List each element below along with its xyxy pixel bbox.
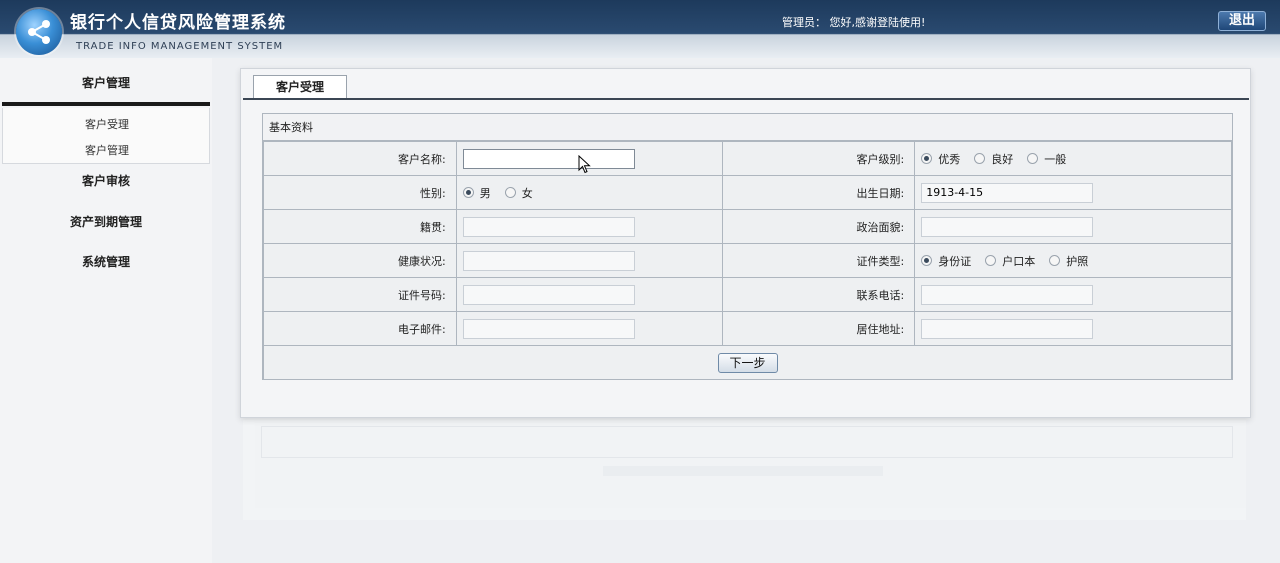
sidebar-item-asset-maturity[interactable]: 资产到期管理 (0, 213, 212, 230)
ghost-line (603, 466, 883, 476)
level-good-radio[interactable] (974, 153, 986, 164)
sidebar-item-system-management[interactable]: 系统管理 (0, 253, 212, 270)
gender-female-radio[interactable] (504, 187, 516, 198)
native-place-label: 籍贯: (263, 209, 457, 244)
level-normal-radio[interactable] (1027, 153, 1039, 164)
passport-label: 护照 (1066, 254, 1089, 268)
main-panel: 客户受理 基本资料 客户名称: 客户级别: 优秀 良好 一般 性别: 男 女 出… (240, 68, 1251, 418)
household-register-radio[interactable] (985, 255, 997, 266)
customer-level-label: 客户级别: (721, 141, 916, 176)
passport-radio[interactable] (1049, 255, 1061, 266)
sidebar-item-customer-review[interactable]: 客户审核 (0, 172, 212, 189)
form-row: 下一步 (263, 345, 1232, 380)
section-title: 基本资料 (263, 114, 1232, 141)
form-row: 证件号码: 联系电话: (263, 277, 1232, 312)
app-logo (16, 9, 62, 55)
tab-underline (243, 98, 1249, 100)
gender-female-label: 女 (521, 186, 533, 200)
level-excellent-radio[interactable] (921, 153, 933, 164)
customer-name-label: 客户名称: (263, 141, 457, 176)
level-excellent-label: 优秀 (938, 152, 961, 166)
submenu-item-customer-acceptance[interactable]: 客户受理 (3, 116, 211, 132)
share-icon (28, 20, 50, 44)
gender-male-label: 男 (479, 186, 491, 200)
form-row: 性别: 男 女 出生日期: (263, 175, 1232, 210)
ghost-row (261, 426, 1233, 458)
submenu: 客户受理 客户管理 (2, 108, 210, 164)
id-type-label: 证件类型: (721, 243, 916, 278)
id-card-radio[interactable] (921, 255, 933, 266)
gender-male-radio[interactable] (462, 187, 474, 198)
form-row: 健康状况: 证件类型: 身份证 户口本 护照 (263, 243, 1232, 278)
id-type-radio-group: 身份证 户口本 护照 (921, 253, 1231, 269)
id-number-input[interactable] (462, 284, 635, 305)
address-input[interactable] (921, 318, 1094, 339)
household-register-label: 户口本 (1002, 254, 1036, 268)
menu-divider (2, 102, 210, 106)
gender-label: 性别: (263, 175, 457, 210)
level-normal-label: 一般 (1044, 152, 1067, 166)
email-input[interactable] (462, 318, 635, 339)
form-row: 籍贯: 政治面貌: (263, 209, 1232, 244)
top-header: 银行个人信贷风险管理系统 TRADE INFO MANAGEMENT SYSTE… (0, 0, 1280, 58)
logout-button[interactable]: 退出 (1218, 11, 1266, 31)
sidebar-item-customer-management[interactable]: 客户管理 (0, 74, 212, 91)
app-title: 银行个人信贷风险管理系统 (70, 13, 286, 33)
customer-level-radio-group: 优秀 良好 一般 (921, 151, 1231, 167)
welcome-text: 管理员： 您好,感谢登陆使用! (782, 16, 926, 29)
basic-info-form: 基本资料 客户名称: 客户级别: 优秀 良好 一般 性别: 男 女 出生日期: … (262, 113, 1233, 380)
native-place-input[interactable] (462, 216, 635, 237)
email-label: 电子邮件: (263, 311, 457, 346)
birth-date-input[interactable] (921, 182, 1094, 203)
address-label: 居住地址: (721, 311, 916, 346)
background-content (243, 420, 1246, 520)
phone-input[interactable] (921, 284, 1094, 305)
form-row: 电子邮件: 居住地址: (263, 311, 1232, 346)
form-row: 客户名称: 客户级别: 优秀 良好 一般 (263, 141, 1232, 176)
gender-radio-group: 男 女 (462, 185, 722, 201)
level-good-label: 良好 (991, 152, 1014, 166)
customer-name-input[interactable] (462, 148, 635, 169)
tab-customer-acceptance[interactable]: 客户受理 (253, 75, 347, 99)
birth-date-label: 出生日期: (721, 175, 916, 210)
submenu-item-customer-management[interactable]: 客户管理 (3, 142, 211, 158)
health-input[interactable] (462, 250, 635, 271)
form-table: 客户名称: 客户级别: 优秀 良好 一般 性别: 男 女 出生日期: 1913-… (263, 141, 1232, 380)
id-number-label: 证件号码: (263, 277, 457, 312)
mouse-cursor-icon (578, 155, 591, 174)
health-label: 健康状况: (263, 243, 457, 278)
political-status-label: 政治面貌: (721, 209, 916, 244)
app-subtitle: TRADE INFO MANAGEMENT SYSTEM (76, 41, 284, 52)
next-step-button[interactable]: 下一步 (717, 352, 778, 373)
political-status-input[interactable] (921, 216, 1094, 237)
id-card-label: 身份证 (938, 254, 972, 268)
phone-label: 联系电话: (721, 277, 916, 312)
sidebar: 客户管理 客户受理 客户管理 客户审核 资产到期管理 系统管理 (0, 58, 212, 563)
